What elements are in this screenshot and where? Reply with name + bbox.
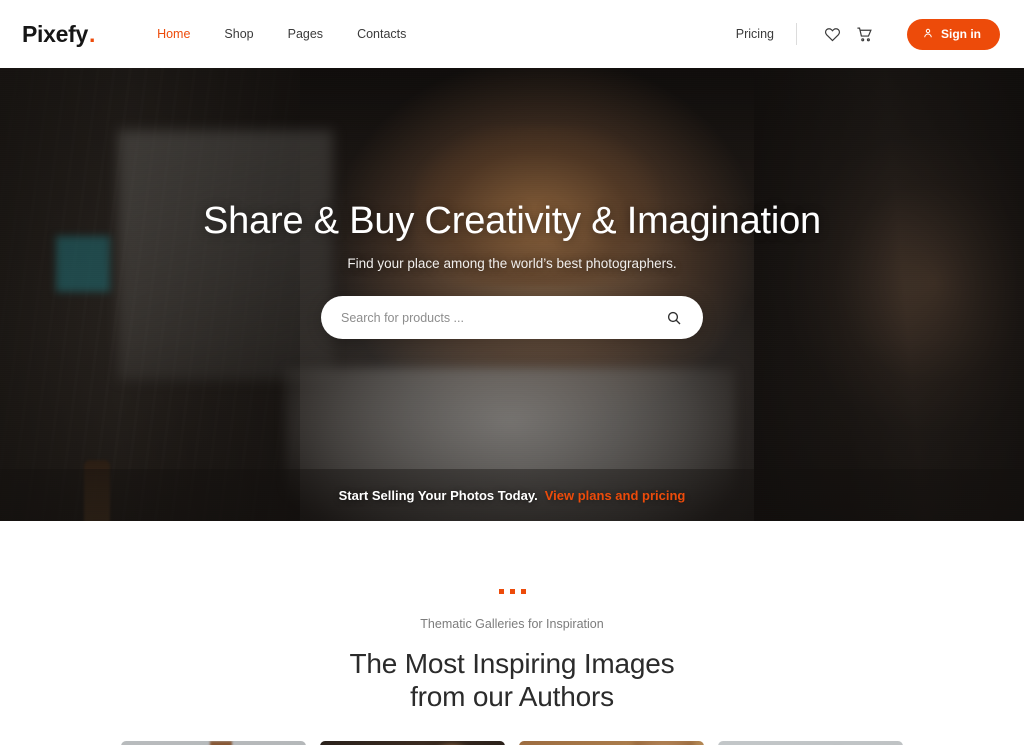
cta-link[interactable]: View plans and pricing — [545, 488, 686, 503]
hero-content: Share & Buy Creativity & Imagination Fin… — [0, 68, 1024, 521]
logo-dot: . — [88, 20, 96, 47]
cart-icon[interactable] — [851, 21, 877, 47]
section-eyebrow: Thematic Galleries for Inspiration — [420, 617, 604, 631]
hero-search-bar[interactable] — [321, 296, 703, 339]
hero-subtitle: Find your place among the world’s best p… — [347, 256, 677, 271]
heart-icon[interactable] — [819, 21, 845, 47]
signin-label: Sign in — [941, 27, 981, 41]
hero-title: Share & Buy Creativity & Imagination — [203, 200, 821, 242]
main-nav: Home Shop Pages Contacts — [140, 27, 423, 41]
gallery-card-list — [121, 741, 903, 745]
cta-text: Start Selling Your Photos Today. — [338, 487, 538, 503]
hero-section: Share & Buy Creativity & Imagination Fin… — [0, 68, 1024, 521]
gallery-section: Thematic Galleries for Inspiration The M… — [0, 521, 1024, 745]
nav-item-contacts[interactable]: Contacts — [340, 27, 423, 41]
signin-button[interactable]: Sign in — [907, 18, 1000, 50]
dot-icon — [509, 589, 515, 594]
logo[interactable]: Pixefy. — [22, 21, 95, 48]
header-actions: Pricing Sign in — [736, 18, 1000, 50]
gallery-card-2[interactable] — [320, 741, 505, 745]
logo-text: Pixefy — [22, 20, 88, 47]
gallery-card-3[interactable] — [519, 741, 704, 745]
dots-decoration — [498, 589, 526, 594]
nav-item-shop[interactable]: Shop — [207, 27, 270, 41]
nav-item-pricing[interactable]: Pricing — [736, 27, 774, 41]
hero-cta-banner: Start Selling Your Photos Today. View pl… — [0, 469, 1024, 521]
user-icon — [922, 27, 934, 42]
dot-icon — [498, 589, 504, 594]
search-icon[interactable] — [663, 307, 685, 329]
nav-item-pages[interactable]: Pages — [271, 27, 340, 41]
header-divider — [796, 23, 797, 45]
site-header: Pixefy. Home Shop Pages Contacts Pricing — [0, 0, 1024, 68]
gallery-card-1[interactable] — [121, 741, 306, 745]
gallery-card-4[interactable] — [718, 741, 903, 745]
search-input[interactable] — [341, 310, 663, 325]
dot-icon — [520, 589, 526, 594]
nav-item-home[interactable]: Home — [140, 27, 207, 41]
section-title: The Most Inspiring Images from our Autho… — [349, 648, 675, 713]
